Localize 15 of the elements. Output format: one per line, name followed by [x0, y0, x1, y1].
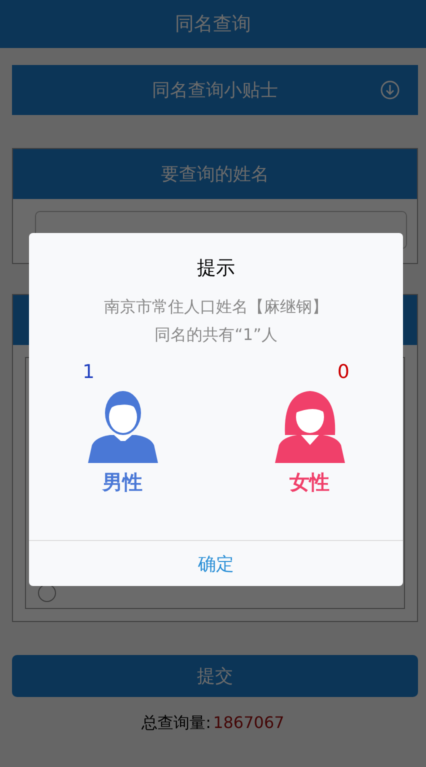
submit-button[interactable]: 提交	[12, 655, 418, 697]
confirm-button[interactable]: 确定	[29, 540, 403, 586]
total-count: 1867067	[213, 713, 284, 734]
total-label: 总查询量:	[142, 713, 212, 734]
section-title: 要查询的姓名	[13, 149, 417, 199]
dialog-message: 同名的共有“1”人	[154, 324, 278, 346]
count-number: 0	[337, 361, 350, 383]
page-title: 同名查询	[0, 0, 426, 48]
dialog-message: 南京市常住人口姓名【麻继钢】	[104, 296, 328, 318]
gender-label: 男性	[102, 469, 142, 496]
dialog-title: 提示	[197, 256, 235, 281]
download-circle-icon	[380, 80, 400, 100]
count-number: 1	[82, 361, 95, 383]
gender-label: 女性	[290, 469, 330, 496]
tips-bar[interactable]: 同名查询小贴士	[12, 65, 418, 115]
